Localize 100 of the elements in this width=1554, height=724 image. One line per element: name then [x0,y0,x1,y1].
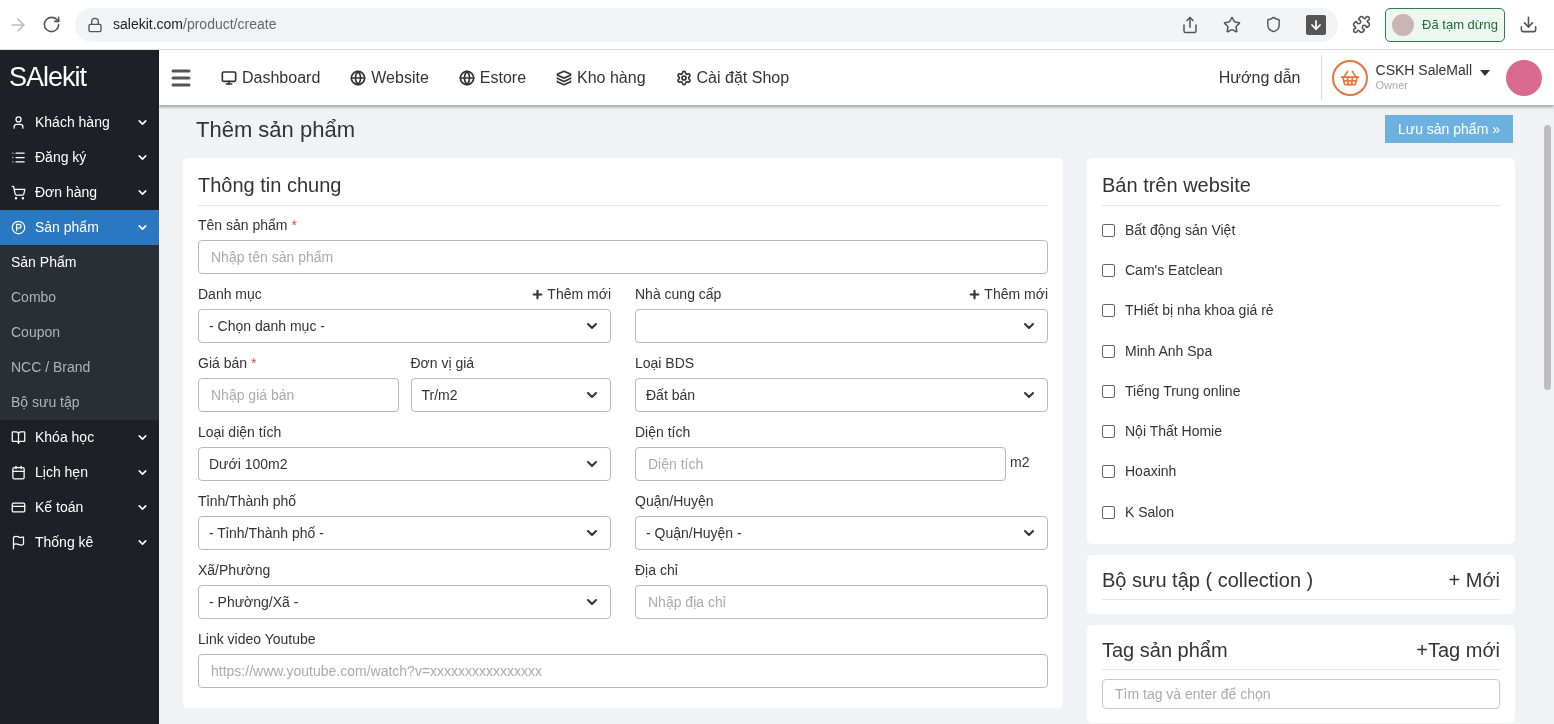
input-field[interactable]: Nhập tên sản phẩm [198,240,1048,274]
nav-link[interactable]: Website [350,65,429,90]
user-icon [11,115,26,130]
checkbox[interactable] [1102,223,1115,237]
input-field[interactable]: Nhập giá bán [198,378,399,412]
nav-link[interactable]: Dashboard [221,65,321,90]
input-field[interactable]: Nhập địa chỉ [635,585,1048,619]
card-title: Tag sản phẩm [1102,638,1228,664]
website-label: THiết bị nha khoa giá rẻ [1125,301,1274,321]
profile-status: Đã tạm dừng [1422,15,1498,34]
sidebar-item[interactable]: Đăng ký [0,140,159,175]
cart-icon [11,185,26,200]
checkbox[interactable] [1102,344,1115,358]
sidebar-item[interactable]: Khách hàng [0,105,159,140]
website-label: Cam's Eatclean [1125,260,1223,280]
sidebar-item[interactable]: Kế toán [0,490,159,525]
checkbox[interactable] [1102,505,1115,519]
checkbox[interactable] [1102,263,1115,277]
plus-icon [531,287,545,301]
sidebar-item[interactable]: Thống kê [0,525,159,560]
card-title: Thông tin chung [198,170,1048,206]
sidebar-item[interactable]: Khóa học [0,420,159,455]
tag-search-field[interactable]: Tìm tag và enter để chọn [1102,679,1500,710]
globe-icon [350,69,367,86]
field-label: Giá bán * [198,353,257,373]
checkbox[interactable] [1102,384,1115,398]
plus-icon [968,287,982,301]
field-label: Diện tích [635,422,691,442]
add-collection-link[interactable]: + Mới [1448,565,1500,596]
calendar-icon [11,465,26,480]
website-label: K Salon [1125,502,1175,522]
logo[interactable]: SAlekit [9,57,87,98]
field-label: Danh mục [198,284,262,304]
account-name[interactable]: CSKH SaleMall [1375,61,1472,80]
field-label: Quận/Huyện [635,491,714,511]
checkbox[interactable] [1102,465,1115,479]
select-field[interactable]: Tr/m2 [410,378,611,412]
share-icon[interactable] [1181,15,1200,34]
submenu-item[interactable]: Bộ sưu tập [0,385,159,420]
select-field[interactable]: - Chọn danh mục - [198,309,611,343]
profile-chip[interactable]: Đã tạm dừng [1385,7,1505,42]
select-field[interactable]: Dưới 100m2 [198,447,611,481]
card-icon [11,500,26,515]
caret-icon[interactable] [1480,69,1490,76]
select-field[interactable]: Đất bán [635,378,1048,412]
submenu-item[interactable]: NCC / Brand [0,350,159,385]
address-bar[interactable]: salekit.com/product/create [75,7,1339,42]
add-new-link[interactable]: Thêm mới [531,283,611,305]
reload-icon[interactable] [42,15,61,34]
field-label: Loại BDS [635,353,695,373]
sidebar-item[interactable]: Lịch hẹn [0,455,159,490]
input-field[interactable]: https://www.youtube.com/watch?v=xxxxxxxxxxxxxxxx [198,654,1048,688]
nav-link[interactable]: Kho hàng [556,65,646,90]
website-label: Nội Thất Homie [1125,422,1222,442]
page-title: Thêm sản phẩm [196,116,355,144]
layers-icon [556,69,573,86]
card-title: Bán trên website [1102,170,1500,206]
scrollbar-thumb[interactable] [1543,125,1551,390]
globe-icon [458,69,475,86]
select-field[interactable]: - Tỉnh/Thành phố - [198,516,611,550]
checkbox[interactable] [1102,425,1115,439]
add-new-link[interactable]: Thêm mới [968,283,1048,305]
submenu-item[interactable]: Coupon [0,315,159,350]
shield-icon[interactable] [1265,16,1283,33]
website-label: Bất động sản Việt [1125,220,1236,240]
sidebar-item[interactable]: Sản phẩm [0,210,159,245]
extensions-icon[interactable] [1352,15,1372,34]
card-title: Bộ sưu tập ( collection ) [1102,568,1314,594]
settings-icon [675,69,692,86]
website-label: Hoaxinh [1125,462,1177,482]
nav-link[interactable]: Estore [458,65,527,90]
nav-link[interactable]: Cài đặt Shop [675,65,790,90]
download-icon[interactable] [1519,15,1538,34]
submenu-item[interactable]: Sản Phẩm [0,245,159,280]
submenu-item[interactable]: Combo [0,280,159,315]
field-label: Tỉnh/Thành phố [198,491,297,511]
field-label: Địa chỉ [635,560,678,580]
input-field[interactable]: Diện tích [635,447,1006,481]
download-extension-icon[interactable] [1306,14,1327,35]
select-field[interactable]: - Quận/Huyện - [635,516,1048,550]
checkbox[interactable] [1102,304,1115,318]
book-icon [11,430,26,445]
field-label: Đơn vị giá [410,353,475,373]
select-field[interactable] [635,309,1048,343]
flag-icon [11,535,26,550]
sidebar-item[interactable]: Đơn hàng [0,175,159,210]
website-label: Tiếng Trung online [1125,381,1241,401]
account-role: Owner [1375,79,1409,94]
field-label: Tên sản phẩm * [198,215,297,235]
list-icon [11,150,26,165]
field-label: Nhà cung cấp [635,284,722,304]
url-text: salekit.com/product/create [113,15,277,34]
circle-p-icon [11,220,26,235]
star-icon[interactable] [1223,15,1242,34]
field-label: Loại diện tích [198,422,282,442]
select-field[interactable]: - Phường/Xã - [198,585,611,619]
help-link[interactable]: Hướng dẫn [1218,65,1301,90]
field-label: Xã/Phường [198,560,271,580]
add-tag-link[interactable]: +Tag mới [1416,635,1500,666]
website-label: Minh Anh Spa [1125,341,1213,361]
